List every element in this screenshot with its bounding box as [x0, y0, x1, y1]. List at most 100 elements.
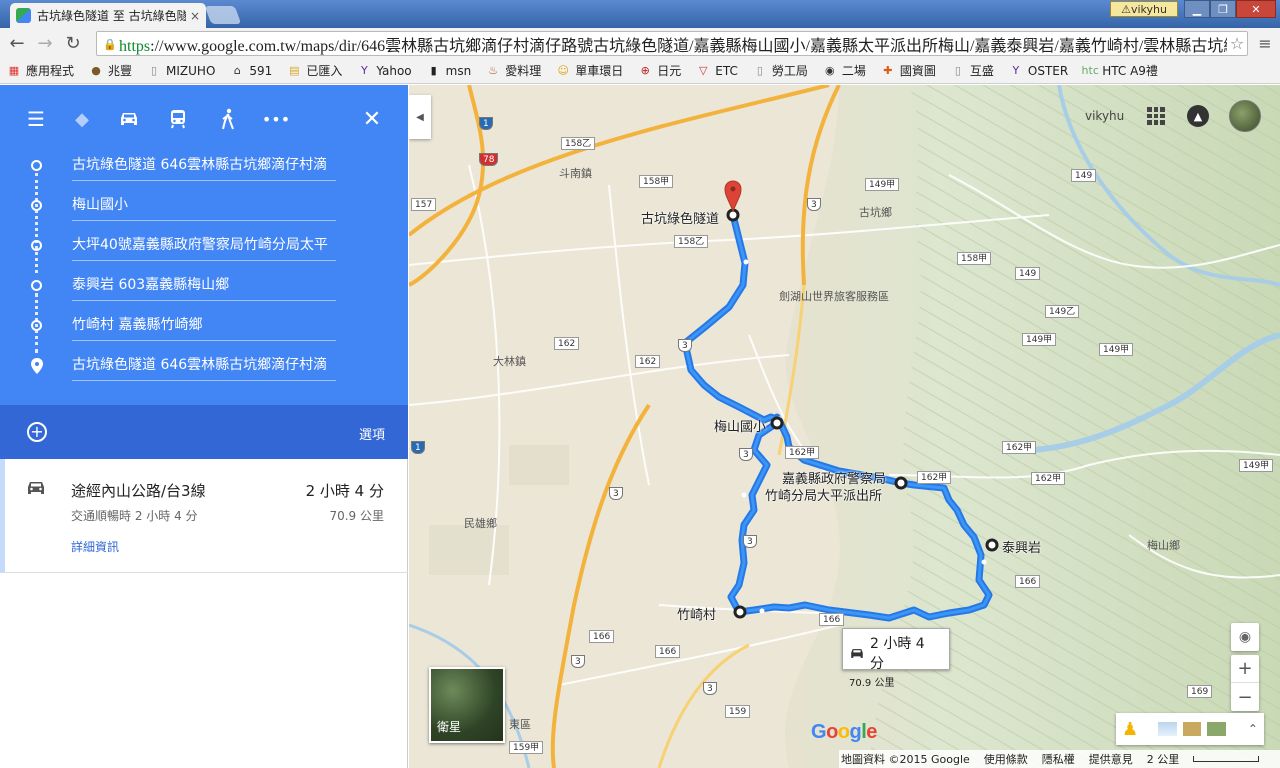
bookmark-item[interactable]: Y Yahoo: [356, 63, 412, 79]
waypoint-connector: [35, 173, 38, 273]
road-shield: 162甲: [1031, 472, 1066, 485]
best-route-icon[interactable]: ◆: [68, 105, 96, 133]
waypoint-input[interactable]: 泰興岩 603嘉義縣梅山鄉: [72, 271, 336, 301]
road-shield: 1: [479, 117, 493, 130]
road-shield: 3: [743, 535, 757, 548]
place-label: 梅山鄉: [1147, 539, 1180, 552]
menu-icon[interactable]: ≡: [1254, 32, 1276, 54]
place-label[interactable]: 劍湖山世界旅客服務區: [779, 288, 889, 304]
hamburger-menu-icon[interactable]: ☰: [22, 105, 50, 133]
pegman-icon[interactable]: ♟: [1122, 719, 1138, 740]
road-shield: 162甲: [917, 471, 952, 484]
place-label[interactable]: 古坑綠色隧道: [641, 208, 719, 227]
bookmark-label: MIZUHO: [166, 63, 216, 78]
waypoint-input[interactable]: 梅山國小: [72, 191, 336, 221]
terms-link[interactable]: 使用條款: [984, 751, 1028, 767]
bookmark-item[interactable]: ☺ 單車環日: [555, 62, 623, 79]
reload-icon[interactable]: ↻: [62, 32, 84, 54]
road-shield: 3: [571, 655, 585, 668]
bookmark-star-icon[interactable]: ☆: [1227, 34, 1247, 53]
bookmark-item[interactable]: ▯ 勞工局: [752, 62, 808, 79]
tab-close-icon[interactable]: ×: [190, 9, 200, 23]
waypoint-input[interactable]: 大坪40號嘉義縣政府警察局竹崎分局太平: [72, 231, 336, 261]
bookmark-item[interactable]: ✚ 國資圖: [880, 62, 936, 79]
bookmark-icon: ▯: [756, 64, 763, 77]
browser-tab[interactable]: 古坑綠色隧道 至 古坑綠色隧 ×: [10, 3, 206, 28]
imagery-thumb[interactable]: [1158, 722, 1177, 736]
waypoint-dot-icon: [31, 280, 42, 291]
route-time-callout[interactable]: 2 小時 4 分 70.9 公里: [842, 628, 950, 689]
address-bar[interactable]: 🔒 https://www.google.com.tw/maps/dir/646…: [96, 31, 1248, 56]
place-label[interactable]: 梅山國小: [714, 416, 766, 435]
zoom-out-button[interactable]: −: [1231, 683, 1259, 711]
forward-icon[interactable]: →: [34, 32, 56, 54]
bookmark-item[interactable]: ▽ ETC: [695, 63, 738, 79]
my-location-icon[interactable]: ◉: [1231, 623, 1259, 651]
place-label: 大林鎮: [493, 355, 526, 368]
transit-mode-icon[interactable]: [164, 105, 192, 133]
road-shield: 149: [1071, 169, 1097, 182]
directions-panel: ☰ ◆ ••• ✕ 古坑綠色隧道 646雲林縣古坑鄉滴仔村滴 梅山國小 大坪40…: [0, 85, 408, 768]
road-shield: 149甲: [865, 178, 900, 191]
car-mode-icon[interactable]: [115, 105, 143, 133]
route-option[interactable]: 途經內山公路/台3線 2 小時 4 分 交通順暢時 2 小時 4 分 70.9 …: [0, 459, 408, 573]
route-details-link[interactable]: 詳細資訊: [71, 538, 119, 555]
bookmark-icon: ▽: [699, 64, 708, 77]
bookmark-icon: ☺: [557, 64, 569, 77]
zoom-control: + −: [1231, 655, 1259, 711]
bookmark-item[interactable]: ◉ 二場: [822, 62, 866, 79]
zoom-in-button[interactable]: +: [1231, 655, 1259, 683]
new-tab-button[interactable]: [204, 6, 242, 24]
collapse-panel-button[interactable]: ◀: [409, 95, 431, 139]
bookmark-item[interactable]: ⌂ 591: [229, 63, 272, 79]
bookmark-item[interactable]: ▦ 應用程式: [6, 62, 74, 79]
waypoint-input[interactable]: 古坑綠色隧道 646雲林縣古坑鄉滴仔村滴: [72, 351, 336, 381]
place-label[interactable]: 竹崎分局大平派出所: [765, 485, 882, 504]
bookmark-icon: ⌂: [233, 64, 241, 77]
options-button[interactable]: 選項: [359, 424, 385, 443]
road-shield: 3: [678, 339, 692, 352]
road-shield: 166: [819, 613, 845, 626]
place-label[interactable]: 竹崎村: [677, 604, 716, 623]
satellite-toggle[interactable]: 衛星: [429, 667, 505, 743]
close-directions-icon[interactable]: ✕: [358, 105, 386, 133]
tab-title: 古坑綠色隧道 至 古坑綠色隧: [37, 9, 186, 23]
bookmark-item[interactable]: ▯ 互盛: [950, 62, 994, 79]
bookmark-item[interactable]: ● 兆豐: [88, 62, 132, 79]
bookmark-label: 互盛: [969, 64, 994, 78]
bookmark-item[interactable]: ♨ 愛料理: [485, 62, 541, 79]
feedback-link[interactable]: 提供意見: [1089, 751, 1133, 767]
more-modes-icon[interactable]: •••: [262, 105, 290, 133]
bookmark-label: 單車環日: [575, 64, 624, 78]
bookmark-item[interactable]: Y OSTER: [1008, 63, 1069, 79]
profile-badge[interactable]: ⚠ vikyhu: [1110, 1, 1178, 17]
road-shield: 166: [589, 630, 615, 643]
map-user-name: vikyhu: [1085, 109, 1125, 123]
road-shield: 159甲: [509, 741, 544, 754]
privacy-link[interactable]: 隱私權: [1042, 751, 1075, 767]
add-destination-icon[interactable]: +: [27, 422, 47, 442]
road-shield: 166: [655, 645, 681, 658]
expand-chevron-icon[interactable]: ⌃: [1248, 722, 1258, 736]
place-label[interactable]: 泰興岩: [1002, 537, 1041, 556]
restore-icon[interactable]: ❐: [1210, 0, 1236, 18]
bookmark-item[interactable]: ▯ MIZUHO: [146, 63, 215, 79]
imagery-thumb[interactable]: [1182, 722, 1202, 736]
imagery-thumb[interactable]: [1207, 722, 1226, 736]
notifications-bell-icon[interactable]: ▲: [1187, 105, 1209, 127]
bookmark-item[interactable]: ▤ 已匯入: [286, 62, 342, 79]
walking-mode-icon[interactable]: [214, 105, 242, 133]
bookmark-item[interactable]: ⊕ 日元: [637, 62, 682, 79]
minimize-icon[interactable]: ▁: [1184, 0, 1210, 18]
apps-grid-icon[interactable]: [1147, 107, 1165, 125]
avatar[interactable]: [1229, 100, 1261, 132]
waypoint-input[interactable]: 古坑綠色隧道 646雲林縣古坑鄉滴仔村滴: [72, 151, 336, 181]
waypoint-input[interactable]: 竹崎村 嘉義縣竹崎鄉: [72, 311, 336, 341]
browser-title-bar: 古坑綠色隧道 至 古坑綠色隧 × ⚠ vikyhu ▁ ❐ ✕: [0, 0, 1280, 28]
bookmark-item[interactable]: htc HTC A9禮: [1082, 62, 1158, 79]
bookmark-item[interactable]: ▮ msn: [426, 63, 472, 79]
road-shield: 3: [739, 448, 753, 461]
map-canvas[interactable]: 古坑綠色隧道 梅山國小 嘉義縣政府警察局 竹崎分局大平派出所 泰興岩 竹崎村 劍湖山世界旅客…: [409, 85, 1280, 768]
close-window-icon[interactable]: ✕: [1236, 0, 1276, 18]
back-icon[interactable]: ←: [6, 32, 28, 54]
